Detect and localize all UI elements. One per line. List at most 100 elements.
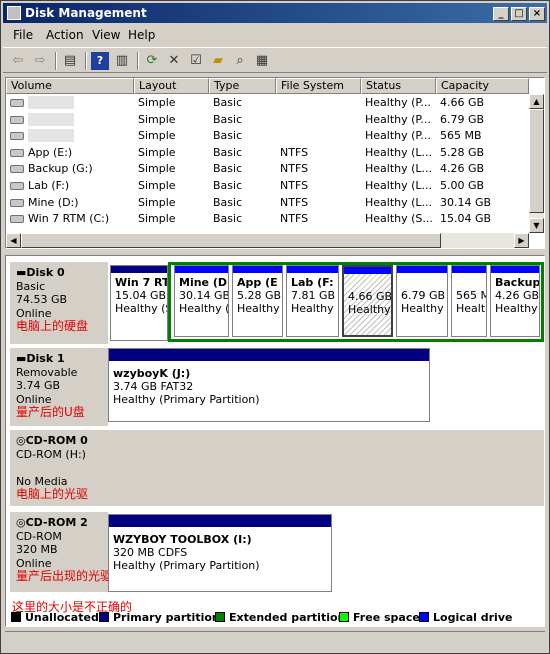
cell-capacity: 4.26 GB xyxy=(440,162,485,176)
table-row[interactable]: Mine (D:) Simple Basic NTFS Healthy (L... 30.… xyxy=(6,195,530,212)
cell-capacity: 6.79 GB xyxy=(440,112,485,126)
cell-name xyxy=(28,112,74,126)
settings-icon[interactable]: ▦ xyxy=(253,52,271,70)
partition-6gb[interactable]: 6.79 GB Healthy xyxy=(396,265,448,337)
drive-icon xyxy=(10,165,24,174)
partition-backup[interactable]: Backup 4.26 GB Healthy xyxy=(490,265,540,337)
column-capacity[interactable]: Capacity xyxy=(436,78,529,94)
disk-0-info[interactable]: ▬Disk 0 Basic 74.53 GB Online 电脑上的硬盘 xyxy=(10,262,108,344)
column-type[interactable]: Type xyxy=(209,78,276,94)
disk-0-name: Disk 0 xyxy=(26,266,65,279)
cdrom-0-note: 电脑上的光驱 xyxy=(16,487,89,501)
cell-status: Healthy (L... xyxy=(365,195,433,209)
menu-view[interactable]: View xyxy=(92,28,120,42)
cdrom-0-size xyxy=(16,461,108,475)
column-layout[interactable]: Layout xyxy=(134,78,209,94)
search-icon[interactable]: ⌕ xyxy=(231,52,249,70)
cdrom-2-info[interactable]: ◎CD-ROM 2 CD-ROM 320 MB Online 量产后出现的光驱 xyxy=(10,512,113,592)
open-folder-icon[interactable]: ▰ xyxy=(209,52,227,70)
refresh-icon[interactable]: ⟳ xyxy=(143,52,161,70)
table-row[interactable]: App (E:) Simple Basic NTFS Healthy (L... 5.28… xyxy=(6,145,530,162)
vertical-scrollbar[interactable]: ▲ ▼ xyxy=(529,94,544,233)
disk-management-window: Disk Management _ □ × File Action View H… xyxy=(0,0,550,654)
forward-arrow-icon[interactable]: ⇨ xyxy=(31,52,49,70)
properties-pane-icon[interactable]: ▥ xyxy=(113,52,131,70)
menu-file[interactable]: File xyxy=(13,28,33,42)
partition-wzyboy-toolbox[interactable]: WZYBOY TOOLBOX (I:) 320 MB CDFS Healthy (P… xyxy=(108,514,332,592)
scroll-up-icon[interactable]: ▲ xyxy=(529,94,544,109)
menu-bar: File Action View Help xyxy=(3,25,547,45)
cell-status: Healthy (L... xyxy=(365,179,433,192)
partition-565mb[interactable]: 565 M Healt xyxy=(451,265,487,337)
scroll-down-icon[interactable]: ▼ xyxy=(529,218,544,233)
horizontal-scrollbar[interactable]: ◀ ▶ xyxy=(6,233,529,248)
cell-name: Backup (G:) xyxy=(28,162,93,176)
help-icon[interactable]: ? xyxy=(91,52,109,70)
back-arrow-icon[interactable]: ⇦ xyxy=(9,52,27,70)
cell-status: Healthy (P... xyxy=(365,129,431,143)
partition-selected[interactable]: 4.66 GB Healthy xyxy=(342,265,393,337)
table-row[interactable]: Simple Basic Healthy (P... 565 MB xyxy=(6,128,530,145)
partition-app[interactable]: App (E 5.28 GB Healthy xyxy=(232,265,283,337)
table-row[interactable]: Lab (F:) Simple Basic NTFS Healthy (L... 5.00… xyxy=(6,178,530,195)
disk-0-note: 电脑上的硬盘 xyxy=(16,319,89,333)
disk-graph-view: ▬Disk 0 Basic 74.53 GB Online 电脑上的硬盘 Win… xyxy=(5,255,545,627)
title-bar[interactable]: Disk Management _ □ × xyxy=(3,3,547,23)
column-file-system[interactable]: File System xyxy=(276,78,361,94)
cell-capacity: 4.66 GB xyxy=(440,96,485,109)
cell-capacity: 15.04 GB xyxy=(440,212,492,226)
cdrom-0-empty-area xyxy=(108,430,544,506)
maximize-button[interactable]: □ xyxy=(511,7,527,21)
cdrom-icon: ◎ xyxy=(16,434,26,447)
disk-1-status: Online xyxy=(16,392,52,406)
cell-layout: Simple xyxy=(138,195,176,209)
cdrom-0-info[interactable]: ◎CD-ROM 0 CD-ROM (H:) No Media 电脑上的光驱 xyxy=(10,430,108,506)
hscroll-thumb[interactable] xyxy=(21,233,441,248)
disk-1-size: 3.74 GB xyxy=(16,379,61,392)
cell-fs: NTFS xyxy=(280,195,309,209)
cell-layout: Simple xyxy=(138,179,176,192)
column-volume[interactable]: Volume xyxy=(6,78,134,94)
partition-wzyboyk[interactable]: wzyboyK (J:) 3.74 GB FAT32 Healthy (Primar… xyxy=(108,348,430,422)
status-bar xyxy=(5,631,545,651)
menu-action[interactable]: Action xyxy=(46,28,84,42)
cell-fs: NTFS xyxy=(280,145,309,159)
cdrom-2-type: CD-ROM xyxy=(16,529,62,543)
console-tree-icon[interactable]: ▤ xyxy=(61,52,79,70)
table-row[interactable]: Simple Basic Healthy (P... 4.66 GB xyxy=(6,95,530,112)
scroll-left-icon[interactable]: ◀ xyxy=(6,233,21,248)
disk-management-icon xyxy=(7,6,21,20)
cell-name xyxy=(28,129,74,143)
cell-type: Basic xyxy=(213,129,243,143)
partition-win7[interactable]: Win 7 RT 15.04 GB Healthy (S xyxy=(110,265,168,341)
drive-icon xyxy=(10,99,24,107)
disk-1-info[interactable]: ▬Disk 1 Removable 3.74 GB Online 量产后的U盘 xyxy=(10,348,108,426)
cell-fs: NTFS xyxy=(280,162,309,176)
cdrom-0-status: No Media xyxy=(16,474,68,488)
cell-layout: Simple xyxy=(138,162,176,176)
table-row[interactable]: Backup (G:) Simple Basic NTFS Healthy (L... 4… xyxy=(6,161,530,178)
partition-lab[interactable]: Lab (F: 7.81 GB Healthy ( xyxy=(286,265,339,337)
cell-type: Basic xyxy=(213,145,243,159)
partition-mine[interactable]: Mine (D30.14 GBHealthy (L xyxy=(174,265,229,337)
cdrom-2-note: 量产后出现的光驱 xyxy=(16,569,113,583)
cdrom-0-drive: CD-ROM (H:) xyxy=(16,447,86,461)
cdrom-2-size: 320 MB xyxy=(16,543,58,556)
close-button[interactable]: × xyxy=(529,7,545,21)
minimize-button[interactable]: _ xyxy=(493,7,509,21)
menu-help[interactable]: Help xyxy=(128,28,155,42)
delete-icon[interactable]: ✕ xyxy=(165,52,183,70)
scroll-right-icon[interactable]: ▶ xyxy=(514,233,529,248)
drive-icon xyxy=(10,132,24,141)
removable-disk-icon: ▬ xyxy=(16,352,27,365)
table-row[interactable]: Win 7 RTM (C:) Simple Basic NTFS Healthy (S.… xyxy=(6,211,530,228)
drive-icon xyxy=(10,148,24,157)
column-status[interactable]: Status xyxy=(361,78,436,94)
legend-free-space: Free space xyxy=(339,611,420,624)
cell-layout: Simple xyxy=(138,145,176,159)
table-row[interactable]: Simple Basic Healthy (P... 6.79 GB xyxy=(6,112,530,129)
properties-icon[interactable]: ☑ xyxy=(187,52,205,70)
legend-logical: Logical drive xyxy=(419,611,512,624)
cell-status: Healthy (L... xyxy=(365,145,433,159)
scroll-thumb[interactable] xyxy=(529,109,544,213)
